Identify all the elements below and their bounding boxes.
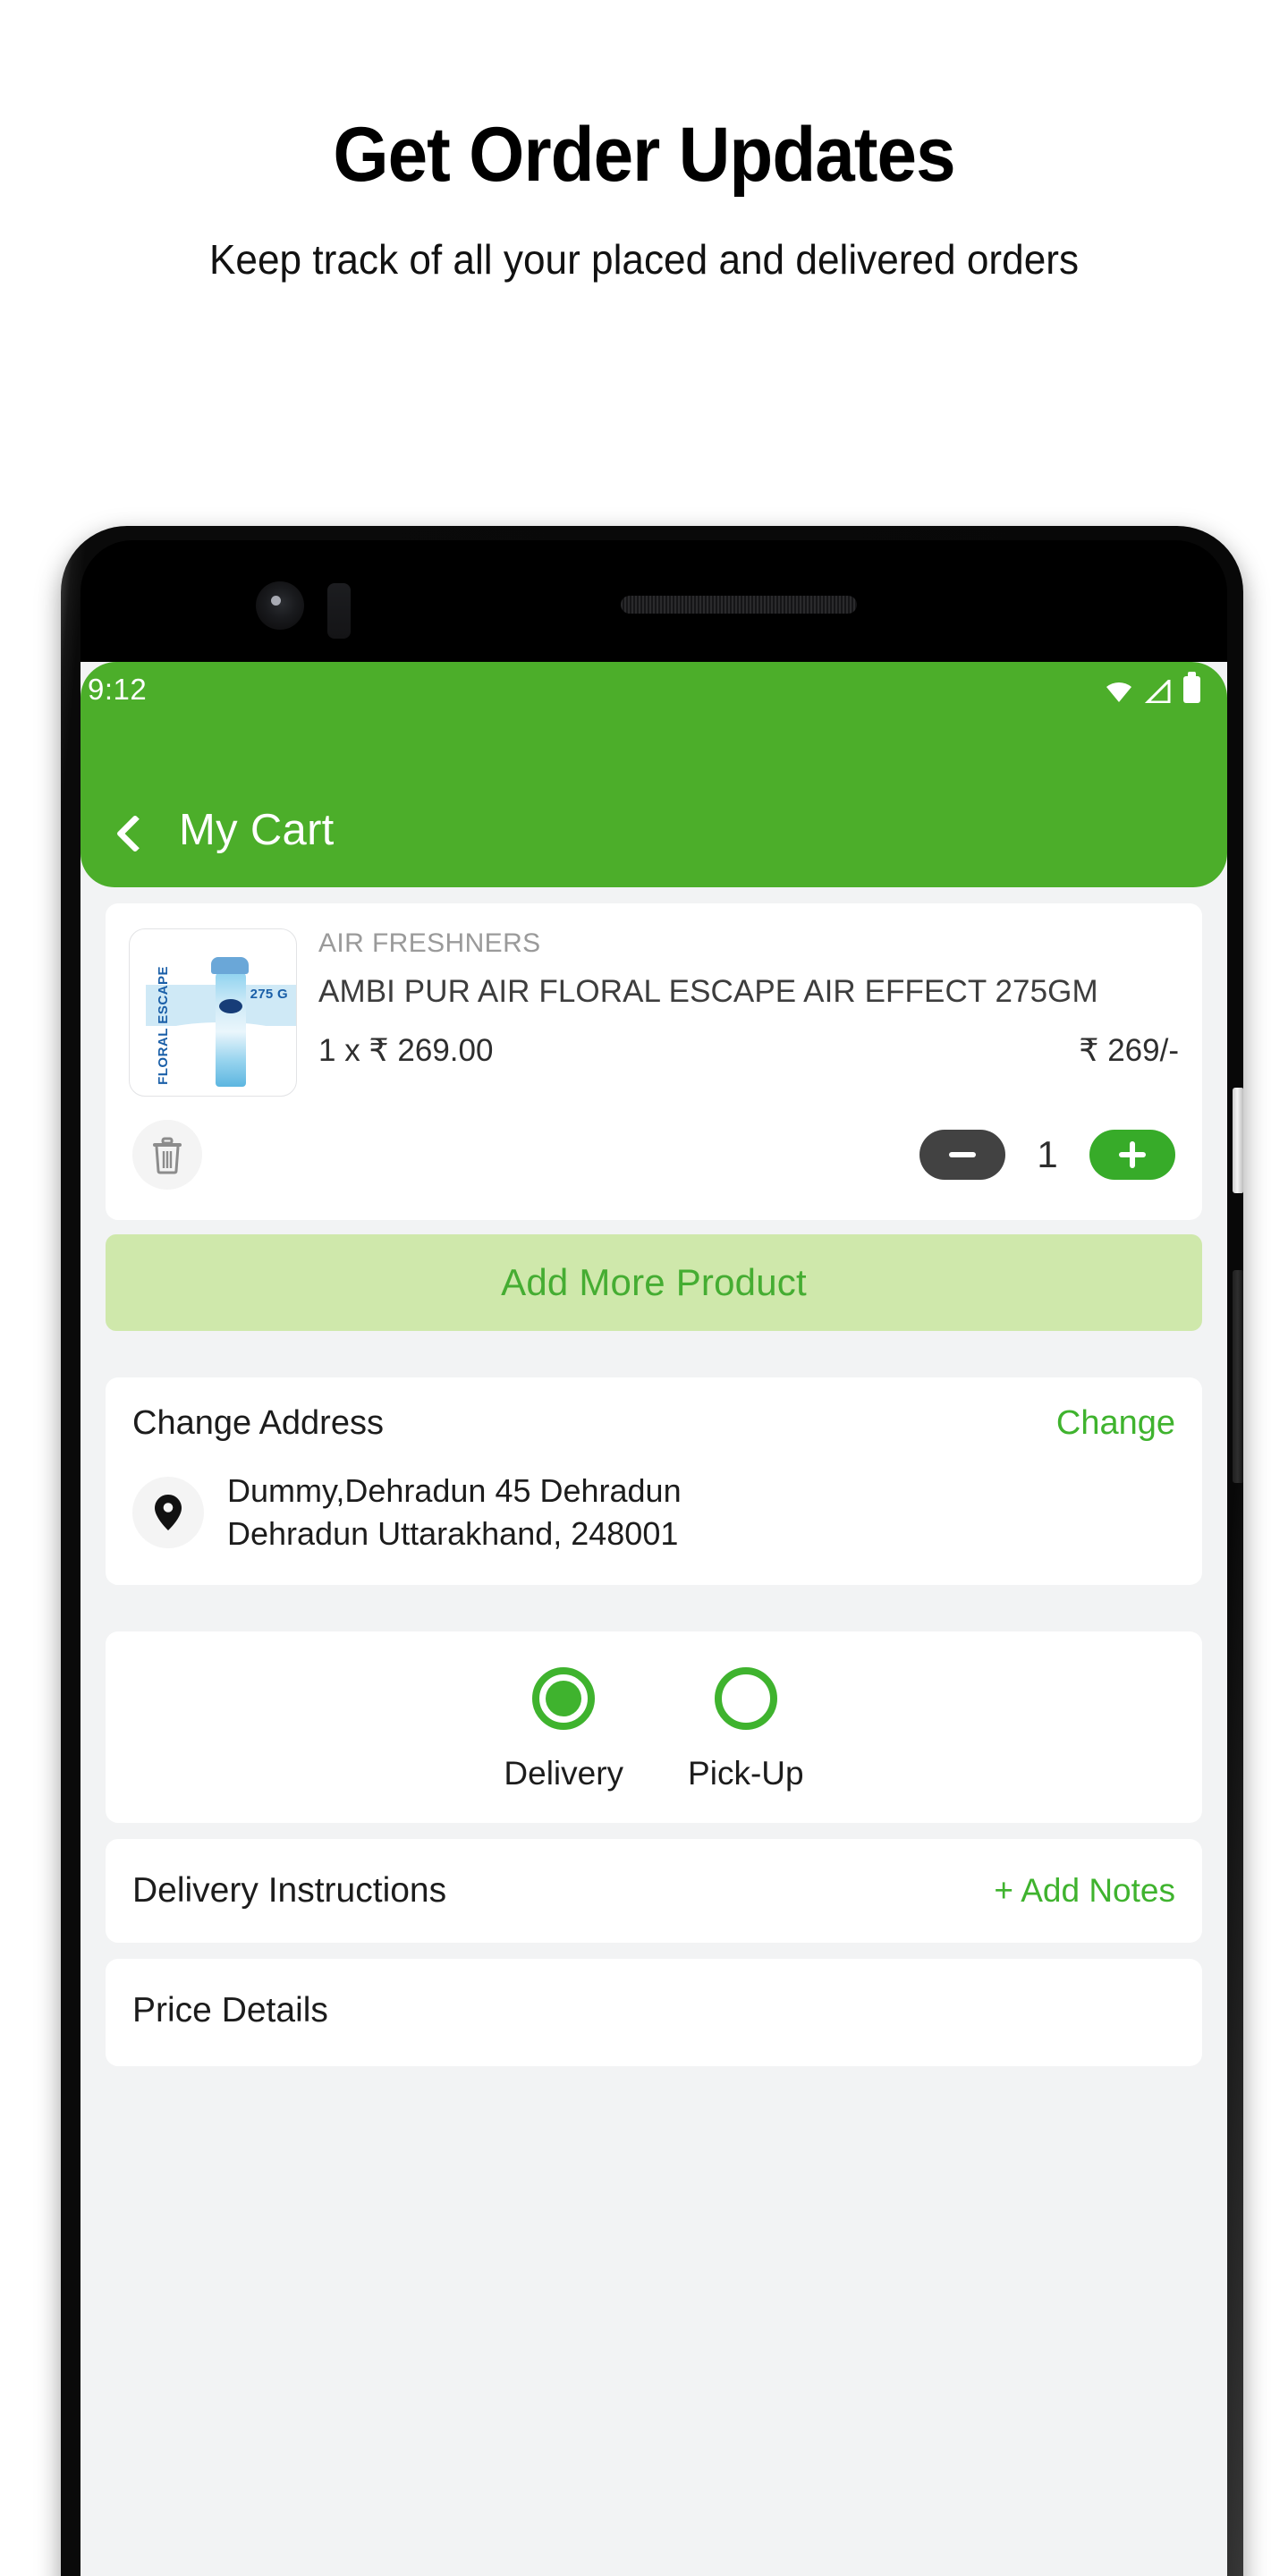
promo-screenshot: Get Order Updates Keep track of all your…	[0, 0, 1288, 2576]
address-line-2: Dehradun Uttarakhand, 248001	[227, 1514, 679, 1552]
cart-scroll-body: 275 G FLORAL ESCAPE AIR FRESHNERS AMBI P…	[80, 903, 1227, 2067]
battery-icon	[1183, 672, 1200, 703]
address-row: Dummy,Dehradun 45 Dehradun Dehradun Utta…	[132, 1470, 1175, 1555]
radio-delivery[interactable]	[532, 1667, 596, 1731]
section-divider-2	[80, 1585, 1227, 1616]
delivery-option-delivery[interactable]: Delivery	[504, 1667, 623, 1792]
add-more-product-button[interactable]: Add More Product	[106, 1234, 1202, 1331]
price-details-title: Price Details	[132, 1991, 328, 2030]
promo-header: Get Order Updates Keep track of all your…	[0, 0, 1288, 287]
address-header: Change Address Change	[132, 1404, 1175, 1443]
page-title: Get Order Updates	[333, 112, 955, 198]
back-chevron-icon[interactable]	[115, 814, 155, 853]
power-button[interactable]	[1233, 1088, 1243, 1193]
radio-pickup[interactable]	[714, 1667, 777, 1731]
cart-item: 275 G FLORAL ESCAPE AIR FRESHNERS AMBI P…	[106, 903, 1202, 1097]
page-subtitle: Keep track of all your placed and delive…	[208, 236, 1080, 283]
address-pin-wrap	[132, 1476, 204, 1548]
delivery-instructions-card: Delivery Instructions + Add Notes	[106, 1839, 1202, 1944]
app-bar: My Cart	[80, 717, 1227, 887]
thumbnail-brand-text: FLORAL ESCAPE	[156, 966, 171, 1085]
location-pin-icon	[155, 1494, 182, 1530]
quantity-value: 1	[1037, 1133, 1058, 1175]
delivery-mode-card: Delivery Pick-Up	[106, 1631, 1202, 1824]
front-camera-icon	[256, 581, 304, 630]
phone-mockup: 9:12 My Cart 275 G FLORAL ESCAPE AIR FRE…	[61, 526, 1243, 2576]
product-thumbnail[interactable]: 275 G FLORAL ESCAPE	[129, 928, 297, 1097]
address-card: Change Address Change Dummy,Dehradun 45 …	[106, 1377, 1202, 1586]
earpiece-speaker-icon	[621, 596, 857, 614]
delivery-mode-options: Delivery Pick-Up	[106, 1667, 1202, 1792]
status-clock: 9:12	[88, 673, 148, 706]
delivery-option-pickup[interactable]: Pick-Up	[688, 1667, 804, 1792]
pickup-option-label: Pick-Up	[688, 1755, 804, 1792]
delete-item-button[interactable]	[132, 1120, 202, 1190]
product-line-total: ₹ 269/-	[1079, 1032, 1179, 1068]
spray-can-icon	[211, 957, 249, 1087]
product-category: AIR FRESHNERS	[318, 928, 541, 958]
section-divider	[80, 1331, 1227, 1361]
signal-icon	[1145, 680, 1171, 703]
can-brand-label	[219, 999, 242, 1013]
delivery-instructions-title: Delivery Instructions	[132, 1871, 447, 1911]
cart-item-card: 275 G FLORAL ESCAPE AIR FRESHNERS AMBI P…	[106, 903, 1202, 1220]
trash-icon	[153, 1137, 182, 1174]
phone-bezel: 9:12 My Cart 275 G FLORAL ESCAPE AIR FRE…	[80, 540, 1227, 2576]
proximity-sensor-icon	[327, 583, 351, 639]
status-icons	[1105, 672, 1200, 703]
app-bar-title: My Cart	[179, 806, 335, 854]
delivery-option-label: Delivery	[504, 1755, 624, 1792]
address-line-1: Dummy,Dehradun 45 Dehradun	[227, 1472, 682, 1509]
product-name: AMBI PUR AIR FLORAL ESCAPE AIR EFFECT 27…	[318, 974, 1098, 1009]
wifi-icon	[1106, 682, 1131, 702]
quantity-row: 1	[106, 1097, 1202, 1220]
phone-screen: 9:12 My Cart 275 G FLORAL ESCAPE AIR FRE…	[80, 662, 1227, 2576]
decrease-quantity-button[interactable]	[919, 1130, 1005, 1180]
product-price-row: 1 x ₹ 269.00 ₹ 269/-	[318, 1033, 1179, 1069]
product-unit-price: 1 x ₹ 269.00	[318, 1032, 494, 1068]
status-bar: 9:12	[80, 662, 1227, 717]
address-text: Dummy,Dehradun 45 Dehradun Dehradun Utta…	[227, 1470, 682, 1555]
quantity-stepper: 1	[919, 1130, 1175, 1180]
address-title: Change Address	[132, 1404, 384, 1442]
increase-quantity-button[interactable]	[1089, 1130, 1175, 1180]
product-info: AIR FRESHNERS AMBI PUR AIR FLORAL ESCAPE…	[297, 928, 1179, 1097]
thumbnail-weight-badge: 275 G	[250, 987, 288, 1002]
price-details-card: Price Details	[106, 1959, 1202, 2067]
change-address-button[interactable]: Change	[1056, 1404, 1175, 1443]
volume-rocker[interactable]	[1233, 1270, 1243, 1483]
add-notes-button[interactable]: + Add Notes	[994, 1872, 1175, 1910]
